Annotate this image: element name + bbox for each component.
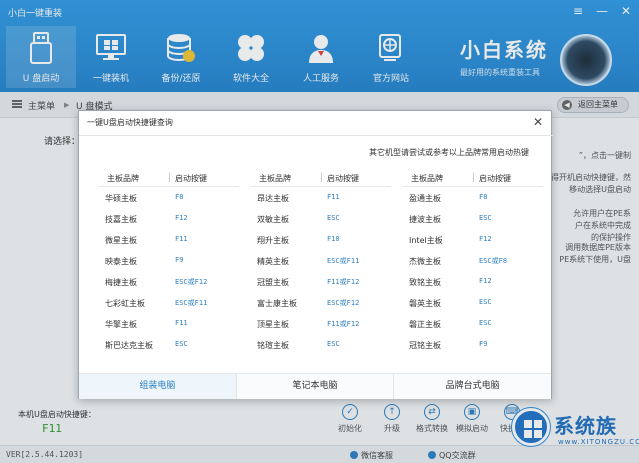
table-row: 技嘉主板 F12 bbox=[99, 208, 239, 229]
divider bbox=[321, 173, 322, 182]
table-row: 捷波主板 ESC bbox=[403, 208, 543, 229]
hotkey-value: F8 bbox=[479, 193, 488, 201]
brand-name: 斯巴达克主板 bbox=[105, 341, 153, 350]
hotkey-value: F11 bbox=[327, 193, 340, 201]
brand-name: 翔升主板 bbox=[257, 236, 289, 245]
tab-laptop[interactable]: 笔记本电脑 bbox=[236, 374, 395, 399]
brand-column: 主板品牌 启动按键 盈通主板 F8 捷波主板 ESC Intel主板 F12 杰微主板… bbox=[403, 167, 543, 355]
hotkey-value: ESC或F11 bbox=[327, 257, 360, 265]
table-row: Intel主板 F12 bbox=[403, 229, 543, 250]
header-brand: 主板品牌 bbox=[107, 174, 139, 183]
table-row: 富士康主板 ESC或F12 bbox=[251, 292, 391, 313]
brand-name: 映泰主板 bbox=[105, 257, 137, 266]
hotkey-value: F9 bbox=[479, 340, 488, 348]
brand-name: 华擎主板 bbox=[105, 320, 137, 329]
brand-hotkey-table: 主板品牌 启动按键 华硕主板 F8 技嘉主板 F12 微星主板 F11 映泰主板 F9 … bbox=[99, 167, 543, 355]
table-row: 精英主板 ESC或F11 bbox=[251, 250, 391, 271]
brand-name: 盈通主板 bbox=[409, 194, 441, 203]
header-key: 启动按键 bbox=[327, 174, 359, 183]
table-row: 斯巴达克主板 ESC bbox=[99, 334, 239, 355]
hotkey-query-dialog: 一键U盘启动快捷键查询 ✕ 其它机型请尝试或参考以上品牌常用启动热键 主板品牌 … bbox=[78, 110, 553, 399]
brand-name: 双敏主板 bbox=[257, 215, 289, 224]
dialog-title: 一键U盘启动快捷键查询 bbox=[87, 118, 173, 127]
brand-column: 主板品牌 启动按键 华硕主板 F8 技嘉主板 F12 微星主板 F11 映泰主板 F9 … bbox=[99, 167, 239, 355]
hotkey-value: F11或F12 bbox=[327, 278, 360, 286]
hotkey-value: F11 bbox=[175, 235, 188, 243]
header-key: 启动按键 bbox=[479, 174, 511, 183]
table-row: 映泰主板 F9 bbox=[99, 250, 239, 271]
table-row: 盈通主板 F8 bbox=[403, 187, 543, 208]
brand-name: 捷波主板 bbox=[409, 215, 441, 224]
table-row: 梅捷主板 ESC或F12 bbox=[99, 271, 239, 292]
hotkey-value: F10 bbox=[327, 235, 340, 243]
hotkey-value: ESC bbox=[479, 319, 492, 327]
column-header: 主板品牌 启动按键 bbox=[99, 167, 239, 187]
table-row: 杰微主板 ESC或F8 bbox=[403, 250, 543, 271]
brand-name: 杰微主板 bbox=[409, 257, 441, 266]
table-row: 冠铭主板 F9 bbox=[403, 334, 543, 355]
brand-name: 致铭主板 bbox=[409, 278, 441, 287]
brand-name: 华硕主板 bbox=[105, 194, 137, 203]
close-icon[interactable]: ✕ bbox=[533, 115, 543, 129]
table-row: 铭瑄主板 ESC bbox=[251, 334, 391, 355]
tab-assembled-pc[interactable]: 组装电脑 bbox=[79, 374, 237, 399]
table-row: 七彩虹主板 ESC或F11 bbox=[99, 292, 239, 313]
hotkey-value: ESC或F8 bbox=[479, 257, 508, 265]
brand-name: 梅捷主板 bbox=[105, 278, 137, 287]
table-row: 微星主板 F11 bbox=[99, 229, 239, 250]
tab-brand-desktop[interactable]: 品牌台式电脑 bbox=[394, 374, 552, 399]
hotkey-value: ESC或F11 bbox=[175, 299, 208, 307]
hotkey-value: ESC bbox=[327, 340, 340, 348]
brand-name: 冠铭主板 bbox=[409, 341, 441, 350]
table-row: 昂达主板 F11 bbox=[251, 187, 391, 208]
hotkey-value: F11 bbox=[175, 319, 188, 327]
hotkey-value: F12 bbox=[175, 214, 188, 222]
hotkey-value: F8 bbox=[175, 193, 184, 201]
divider bbox=[473, 173, 474, 182]
hotkey-value: ESC bbox=[327, 214, 340, 222]
column-header: 主板品牌 启动按键 bbox=[251, 167, 391, 187]
hotkey-value: F12 bbox=[479, 277, 492, 285]
table-row: 翔升主板 F10 bbox=[251, 229, 391, 250]
hotkey-value: ESC bbox=[479, 214, 492, 222]
header-key: 启动按键 bbox=[175, 174, 207, 183]
brand-name: 富士康主板 bbox=[257, 299, 297, 308]
header-brand: 主板品牌 bbox=[259, 174, 291, 183]
hotkey-value: F11或F12 bbox=[327, 320, 360, 328]
brand-name: 昂达主板 bbox=[257, 194, 289, 203]
hotkey-value: ESC或F12 bbox=[175, 278, 208, 286]
divider bbox=[169, 173, 170, 182]
table-row: 冠盟主板 F11或F12 bbox=[251, 271, 391, 292]
brand-name: Intel主板 bbox=[409, 236, 443, 245]
brand-name: 七彩虹主板 bbox=[105, 299, 145, 308]
table-row: 磐英主板 ESC bbox=[403, 292, 543, 313]
table-row: 磐正主板 ESC bbox=[403, 313, 543, 334]
brand-name: 微星主板 bbox=[105, 236, 137, 245]
table-row: 华硕主板 F8 bbox=[99, 187, 239, 208]
table-row: 顶星主板 F11或F12 bbox=[251, 313, 391, 334]
brand-name: 精英主板 bbox=[257, 257, 289, 266]
dialog-note: 其它机型请尝试或参考以上品牌常用启动热键 bbox=[369, 148, 529, 157]
table-row: 致铭主板 F12 bbox=[403, 271, 543, 292]
header-brand: 主板品牌 bbox=[411, 174, 443, 183]
column-header: 主板品牌 启动按键 bbox=[403, 167, 543, 187]
brand-name: 磐正主板 bbox=[409, 320, 441, 329]
brand-name: 冠盟主板 bbox=[257, 278, 289, 287]
brand-name: 技嘉主板 bbox=[105, 215, 137, 224]
hotkey-value: F9 bbox=[175, 256, 184, 264]
table-row: 华擎主板 F11 bbox=[99, 313, 239, 334]
brand-name: 铭瑄主板 bbox=[257, 341, 289, 350]
hotkey-value: F12 bbox=[479, 235, 492, 243]
brand-name: 顶星主板 bbox=[257, 320, 289, 329]
divider bbox=[79, 135, 553, 136]
hotkey-value: ESC bbox=[175, 340, 188, 348]
brand-name: 磐英主板 bbox=[409, 299, 441, 308]
table-row: 双敏主板 ESC bbox=[251, 208, 391, 229]
brand-column: 主板品牌 启动按键 昂达主板 F11 双敏主板 ESC 翔升主板 F10 精英主板 ES… bbox=[251, 167, 391, 355]
hotkey-value: ESC或F12 bbox=[327, 299, 360, 307]
dialog-tabs: 组装电脑 笔记本电脑 品牌台式电脑 bbox=[79, 373, 552, 399]
hotkey-value: ESC bbox=[479, 298, 492, 306]
